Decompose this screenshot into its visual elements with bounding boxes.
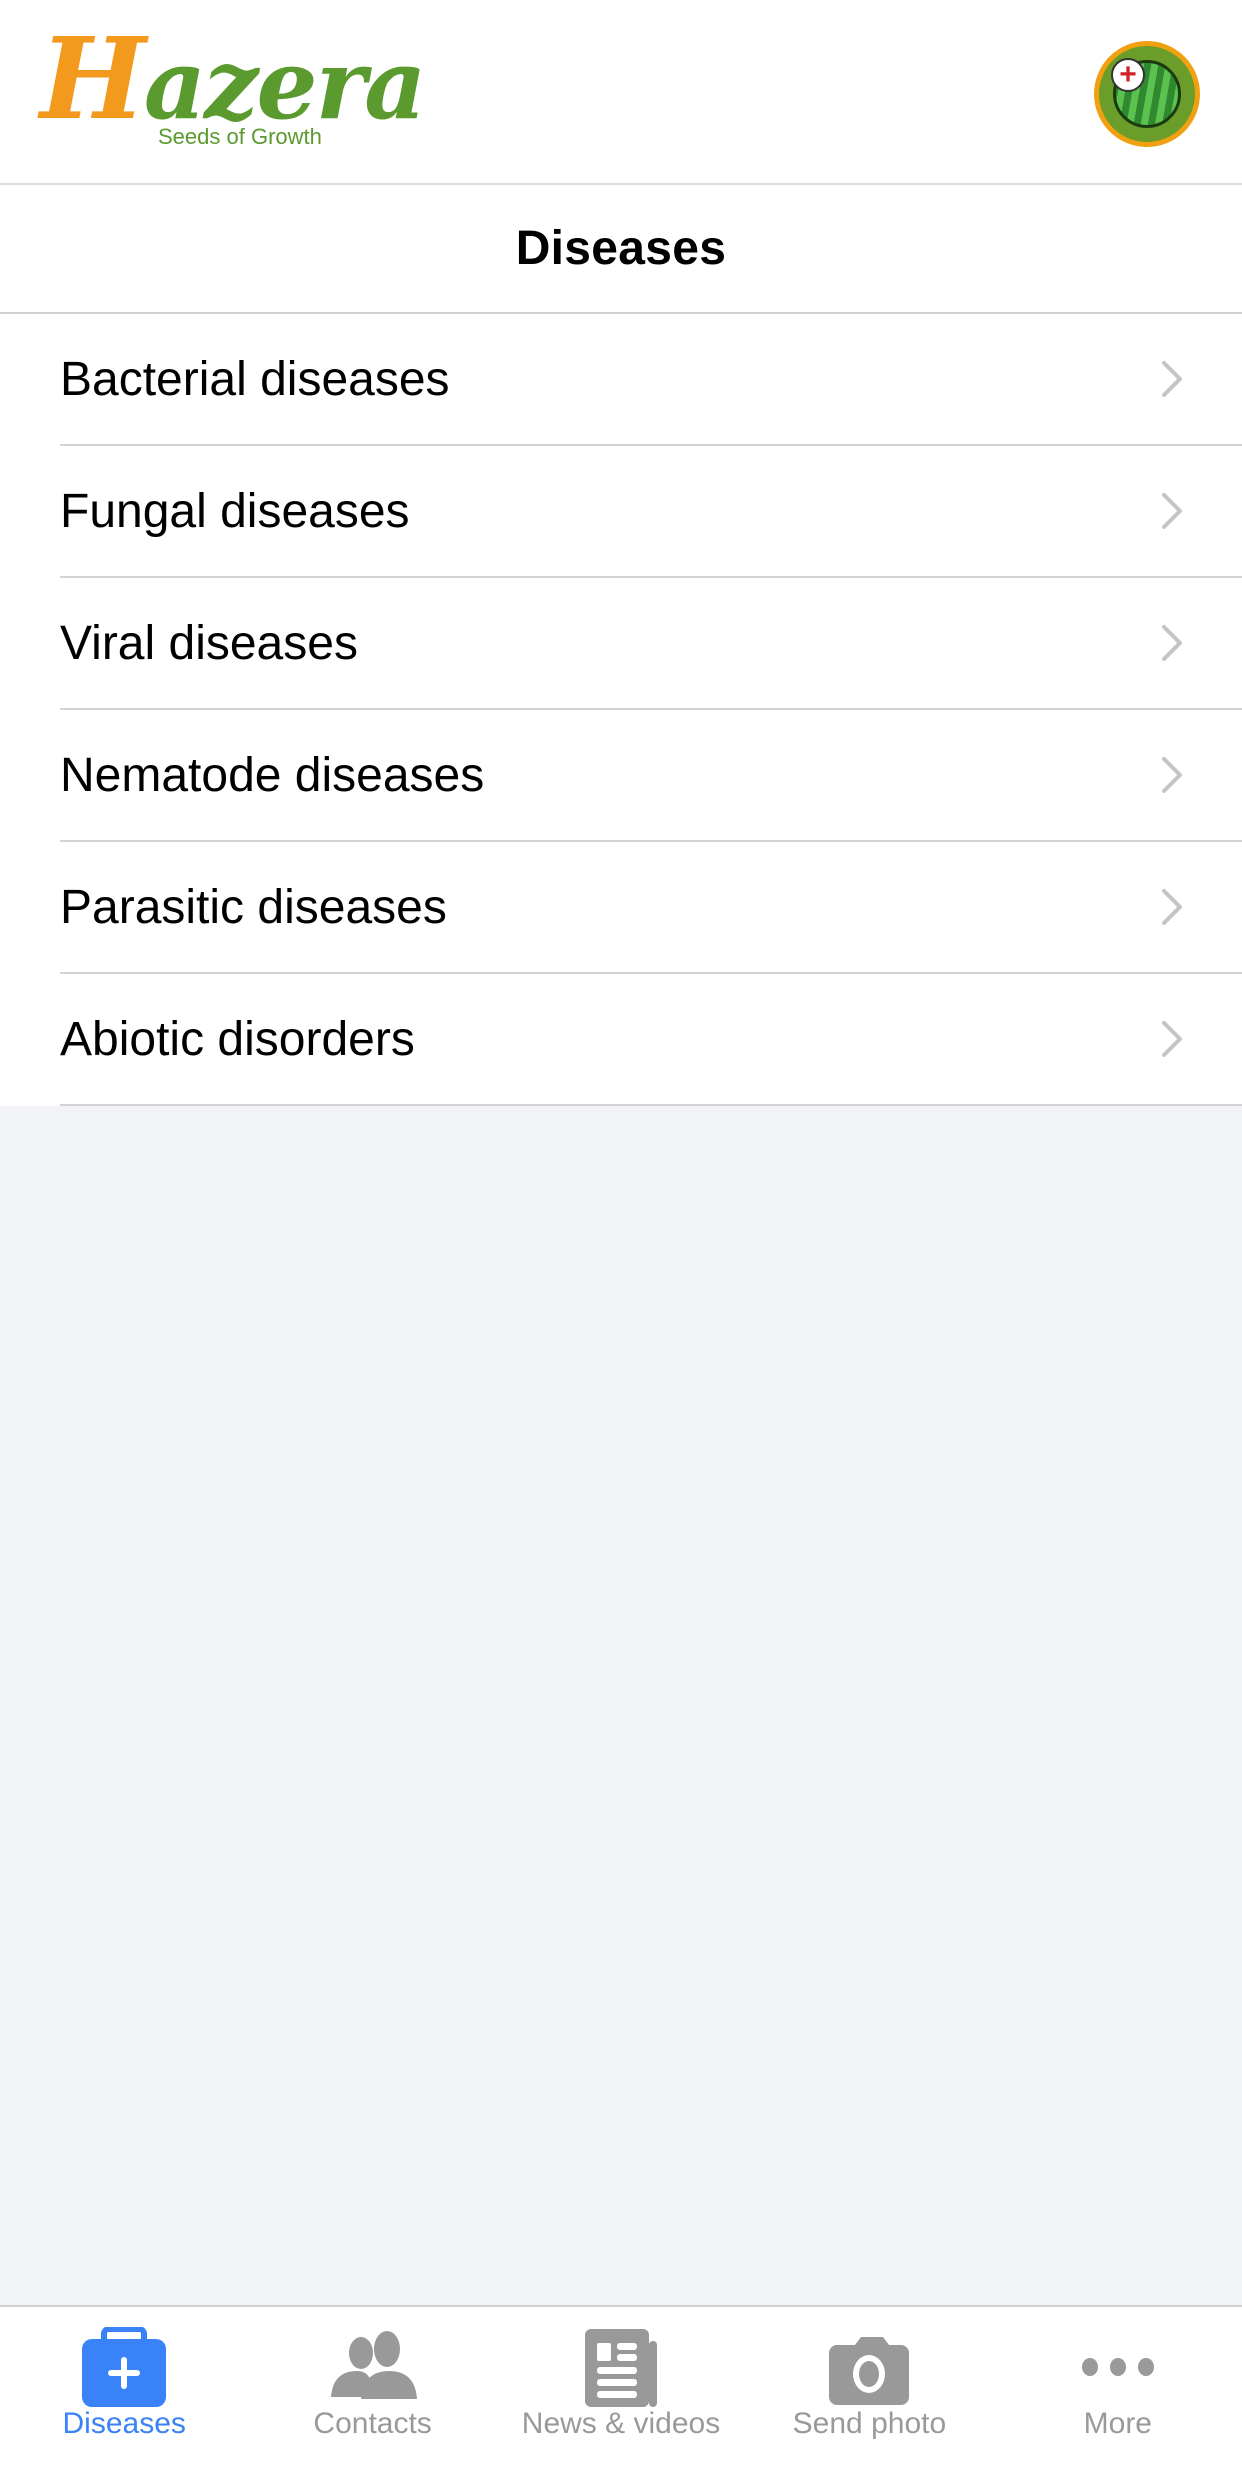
page-title: Diseases — [515, 222, 727, 275]
logo-letter-h: H — [40, 14, 146, 145]
hazera-logo: Hazera Seeds of Growth — [40, 24, 426, 155]
tab-news-videos[interactable]: News & videos — [497, 2307, 745, 2484]
list-item-parasitic-diseases[interactable]: Parasitic diseases — [0, 842, 1242, 974]
tab-bar: Diseases Contacts News & videos Send pho… — [0, 2305, 1242, 2484]
tab-label: More — [1083, 2407, 1152, 2440]
chevron-right-icon — [1162, 1021, 1182, 1057]
tab-more[interactable]: More — [994, 2307, 1242, 2484]
chevron-right-icon — [1162, 625, 1182, 661]
tab-send-photo[interactable]: Send photo — [745, 2307, 993, 2484]
tab-label: Send photo — [792, 2407, 947, 2440]
list-item-label: Parasitic diseases — [60, 880, 447, 934]
tab-contacts[interactable]: Contacts — [248, 2307, 496, 2484]
camera-icon — [829, 2337, 910, 2405]
list-item-label: Viral diseases — [60, 616, 358, 670]
list-item-label: Bacterial diseases — [60, 352, 450, 406]
logo-tagline: Seeds of Growth — [158, 124, 322, 149]
more-dots-icon — [1081, 2358, 1154, 2376]
tab-label: Contacts — [313, 2407, 432, 2440]
list-item-fungal-diseases[interactable]: Fungal diseases — [0, 446, 1242, 578]
list-item-viral-diseases[interactable]: Viral diseases — [0, 578, 1242, 710]
newspaper-icon — [585, 2329, 658, 2407]
list-item-bacterial-diseases[interactable]: Bacterial diseases — [0, 314, 1242, 446]
tab-label: Diseases — [62, 2407, 186, 2440]
tab-diseases[interactable]: Diseases — [0, 2307, 248, 2484]
app-header: Hazera Seeds of Growth + — [0, 0, 1242, 185]
list-item-label: Abiotic disorders — [60, 1012, 415, 1066]
list-item-label: Nematode diseases — [60, 748, 485, 802]
chevron-right-icon — [1162, 757, 1182, 793]
list-item-nematode-diseases[interactable]: Nematode diseases — [0, 710, 1242, 842]
medical-kit-icon — [82, 2327, 167, 2407]
list-item-abiotic-disorders[interactable]: Abiotic disorders — [0, 974, 1242, 1106]
chevron-right-icon — [1162, 361, 1182, 397]
disease-category-list: Bacterial diseases Fungal diseases Viral… — [0, 314, 1242, 1106]
navigation-bar: Diseases — [0, 185, 1242, 314]
profile-avatar[interactable]: + — [1094, 41, 1200, 147]
logo-wordmark: Hazera — [40, 24, 426, 136]
people-icon — [330, 2331, 417, 2399]
chevron-right-icon — [1162, 493, 1182, 529]
chevron-right-icon — [1162, 889, 1182, 925]
list-item-label: Fungal diseases — [60, 484, 410, 538]
first-aid-cross-icon: + — [1111, 58, 1145, 92]
tab-label: News & videos — [521, 2407, 721, 2440]
